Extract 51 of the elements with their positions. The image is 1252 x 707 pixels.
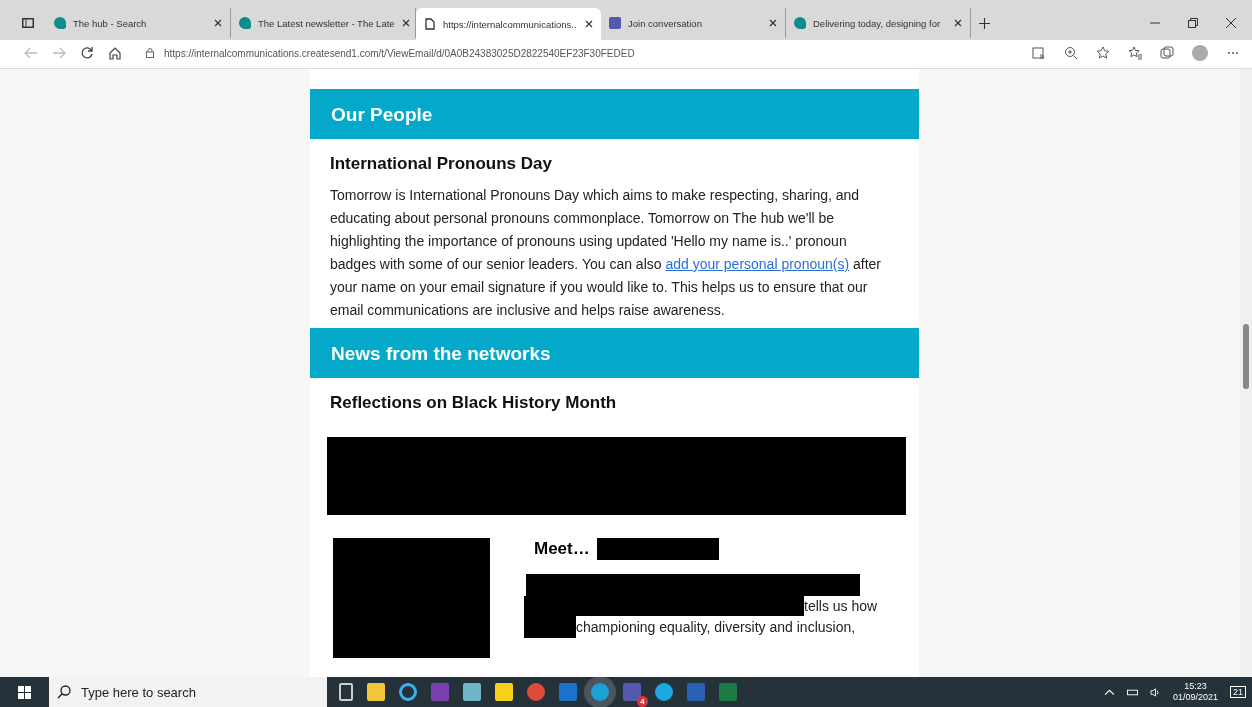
- browser-tab[interactable]: Join conversation: [601, 8, 786, 38]
- network-icon[interactable]: [1126, 687, 1138, 697]
- browser-tab[interactable]: Delivering today, designing for: [786, 8, 971, 38]
- browser-tab[interactable]: https://internalcommunications..: [416, 8, 601, 40]
- windows-logo-icon[interactable]: [18, 685, 31, 699]
- clock[interactable]: 15:23 01/09/2021: [1172, 681, 1218, 703]
- call-app-icon[interactable]: [655, 683, 673, 701]
- cloud-icon: [239, 17, 251, 29]
- link[interactable]: add your personal pronoun(s): [665, 256, 850, 272]
- star-add-icon[interactable]: [1096, 46, 1110, 60]
- close-icon[interactable]: [214, 19, 222, 27]
- article-heading: Reflections on Black History Month: [329, 392, 618, 414]
- lock-icon: [146, 48, 154, 58]
- people-icon: [609, 17, 621, 29]
- close-icon[interactable]: [769, 19, 777, 27]
- feature-title: Meet…: [534, 539, 590, 559]
- address-field[interactable]: https://internalcommunications.createsend1.com/t/ViewEmail/d/0A0B24383025D2822540EF23F30FEDED: [146, 47, 1018, 59]
- close-icon[interactable]: [1226, 18, 1236, 28]
- feature-text: championing equality, diversity and inclusion,: [576, 619, 856, 635]
- close-icon[interactable]: [401, 19, 410, 27]
- taskbar-search-field[interactable]: Type here to search: [49, 677, 327, 707]
- chevron-icon[interactable]: [1103, 687, 1115, 697]
- close-icon[interactable]: [585, 20, 593, 28]
- refresh-icon[interactable]: [80, 46, 94, 60]
- section-banner: News from the networks: [310, 328, 919, 378]
- home-icon[interactable]: [108, 46, 122, 60]
- restore-icon[interactable]: [1188, 18, 1198, 28]
- speaker-icon[interactable]: [1149, 687, 1161, 697]
- page-icon: [424, 18, 436, 30]
- browser-tab[interactable]: The hub - Search: [46, 8, 231, 38]
- new-tab-icon[interactable]: [979, 18, 990, 29]
- tab-actions-icon[interactable]: [22, 18, 34, 28]
- collections-icon[interactable]: [1160, 46, 1174, 60]
- close-icon[interactable]: [954, 19, 962, 27]
- notification-count[interactable]: 21: [1230, 686, 1246, 698]
- article-heading: International Pronouns Day: [329, 153, 553, 175]
- search-icon: [57, 685, 71, 699]
- notification-badge: 4: [637, 696, 648, 707]
- reader-icon[interactable]: [1032, 46, 1046, 60]
- browser-icon[interactable]: [399, 683, 417, 701]
- cloud-icon: [794, 17, 806, 29]
- task-view-icon[interactable]: [339, 683, 353, 701]
- zoom-icon[interactable]: [1064, 46, 1078, 60]
- cloud-icon: [54, 17, 66, 29]
- article-paragraph: Tomorrow is International Pronouns Day which aims to make respecting, sharing, and educating about personal pronouns commonplace. Tomorrow on The hub we'll be highlighting the importance of pronouns using updated 'Hello my name is..' pronoun badges with some of our senior leaders. You can also add your personal pronoun(s) after your name on your email signature if you would like to. This helps us to ensure that our email communications are inclusive and helps raise awareness.: [329, 186, 882, 320]
- browser-icon[interactable]: [527, 683, 545, 701]
- section-banner: Our People: [310, 89, 919, 139]
- scrollbar-thumb[interactable]: [1243, 324, 1249, 389]
- scrollbar[interactable]: [1240, 69, 1252, 677]
- favorites-icon[interactable]: [1128, 46, 1142, 60]
- feature-text: tells us how: [804, 598, 878, 614]
